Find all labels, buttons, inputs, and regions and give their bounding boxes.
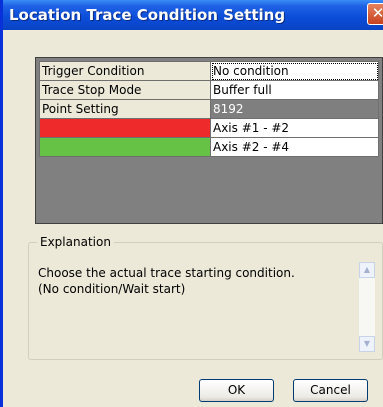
axis-1-2-color-swatch[interactable] <box>39 118 211 138</box>
explanation-title: Explanation <box>37 235 114 249</box>
trigger-condition-value[interactable]: No condition <box>210 61 379 81</box>
settings-grid-panel: Trigger Condition No condition Trace Sto… <box>35 57 383 224</box>
trace-stop-mode-label: Trace Stop Mode <box>39 80 211 100</box>
dialog-title: Location Trace Condition Setting <box>9 6 286 24</box>
axis-1-2-value[interactable]: Axis #1 - #2 <box>210 118 379 138</box>
grid-row-trigger-condition[interactable]: Trigger Condition No condition <box>39 61 379 81</box>
explanation-group: Explanation Choose the actual trace star… <box>28 235 383 360</box>
trigger-condition-label: Trigger Condition <box>39 61 211 81</box>
explanation-text: Choose the actual trace starting conditi… <box>38 266 295 296</box>
title-bar[interactable]: Location Trace Condition Setting ✕ <box>3 0 383 30</box>
grid-row-axis-1-2[interactable]: Axis #1 - #2 <box>39 118 379 138</box>
point-setting-label: Point Setting <box>39 99 211 119</box>
explanation-scrollbar[interactable]: ▲ ▼ <box>359 262 375 352</box>
axis-2-4-color-swatch[interactable] <box>39 137 211 157</box>
cancel-button[interactable]: Cancel <box>293 379 368 402</box>
trace-stop-mode-value[interactable]: Buffer full <box>210 80 379 100</box>
scroll-down-button[interactable]: ▼ <box>359 336 375 352</box>
dialog-window: Location Trace Condition Setting ✕ Trigg… <box>0 0 383 407</box>
point-setting-value[interactable]: 8192 <box>210 99 379 119</box>
settings-grid: Trigger Condition No condition Trace Sto… <box>39 61 379 157</box>
chevron-up-icon: ▲ <box>363 265 371 274</box>
ok-button[interactable]: OK <box>199 379 274 402</box>
chevron-down-icon: ▼ <box>363 339 371 348</box>
close-icon: ✕ <box>371 4 383 22</box>
grid-row-axis-2-4[interactable]: Axis #2 - #4 <box>39 137 379 157</box>
grid-row-point-setting[interactable]: Point Setting 8192 <box>39 99 379 119</box>
grid-row-trace-stop-mode[interactable]: Trace Stop Mode Buffer full <box>39 80 379 100</box>
scroll-up-button[interactable]: ▲ <box>359 262 375 278</box>
axis-2-4-value[interactable]: Axis #2 - #4 <box>210 137 379 157</box>
close-button[interactable]: ✕ <box>367 3 383 25</box>
